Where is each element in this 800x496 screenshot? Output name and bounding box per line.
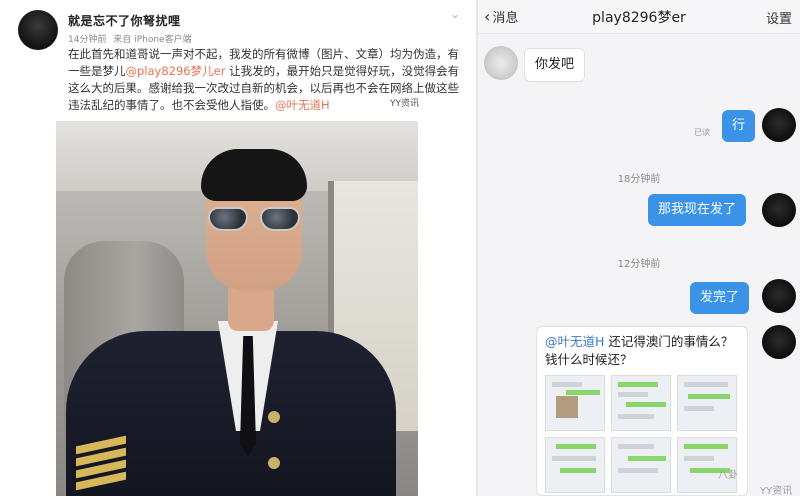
- photo-hair: [201, 149, 307, 201]
- screenshot-thumbnail[interactable]: [611, 437, 671, 493]
- post-time: 14分钟前: [68, 35, 107, 45]
- contact-avatar[interactable]: [484, 46, 518, 80]
- self-avatar[interactable]: [762, 279, 796, 313]
- message-bubble-incoming[interactable]: 你发吧: [524, 48, 586, 82]
- card-text: @叶无道H 还记得澳门的事情么？钱什么时候还？: [545, 333, 745, 369]
- message-bubble-outgoing[interactable]: 发完了: [690, 282, 750, 314]
- screenshot-thumbnail[interactable]: [545, 375, 605, 431]
- read-status: 已读: [694, 128, 710, 137]
- chevron-down-icon[interactable]: ⌄: [450, 8, 462, 20]
- self-avatar[interactable]: [762, 325, 796, 359]
- sleeve-stripes: [76, 435, 126, 491]
- screenshot-thumbnail[interactable]: [545, 437, 605, 493]
- screenshot-thumbnail[interactable]: [611, 375, 671, 431]
- mention-link[interactable]: @play8296梦儿er: [126, 64, 226, 78]
- watermark: YY资讯: [390, 99, 419, 109]
- weibo-post: ⌄ 就是忘不了你弩扰哩 14分钟前 来自 iPhone客户端 在此首先和道哥说一…: [0, 0, 476, 496]
- screenshot-thumbnail[interactable]: [677, 437, 737, 493]
- mention-link[interactable]: @叶无道H: [545, 334, 604, 349]
- self-avatar[interactable]: [762, 108, 796, 142]
- message-card-outgoing[interactable]: @叶无道H 还记得澳门的事情么？钱什么时候还？: [536, 326, 748, 496]
- screenshot-thumbnail[interactable]: [677, 375, 737, 431]
- sunglasses: [208, 207, 300, 233]
- watermark: YY资讯: [760, 486, 793, 496]
- message-bubble-outgoing[interactable]: 行: [722, 110, 756, 142]
- mention-link[interactable]: @叶无道H: [275, 98, 330, 112]
- chat-title: play8296梦er: [592, 10, 686, 26]
- chat-screen: ‹ 消息 play8296梦er 设置 你发吧 已读 行 18分钟前 那我现在发了…: [478, 0, 800, 496]
- self-avatar[interactable]: [762, 193, 796, 227]
- settings-button[interactable]: 设置: [766, 8, 792, 27]
- post-photo[interactable]: [56, 121, 418, 496]
- screenshot-grid: [545, 375, 741, 495]
- timestamp: 18分钟前: [617, 174, 661, 185]
- author-name[interactable]: 就是忘不了你弩扰哩: [68, 12, 181, 29]
- chat-nav-bar: ‹ 消息 play8296梦er 设置: [478, 0, 800, 34]
- post-source: 来自 iPhone客户端: [113, 35, 192, 45]
- author-avatar[interactable]: [18, 10, 58, 50]
- timestamp: 12分钟前: [617, 259, 661, 270]
- uniform-buttons: [268, 411, 280, 496]
- post-meta: 14分钟前 来自 iPhone客户端: [68, 32, 196, 45]
- watermark: 八卦: [718, 470, 738, 481]
- message-bubble-outgoing[interactable]: 那我现在发了: [648, 194, 747, 226]
